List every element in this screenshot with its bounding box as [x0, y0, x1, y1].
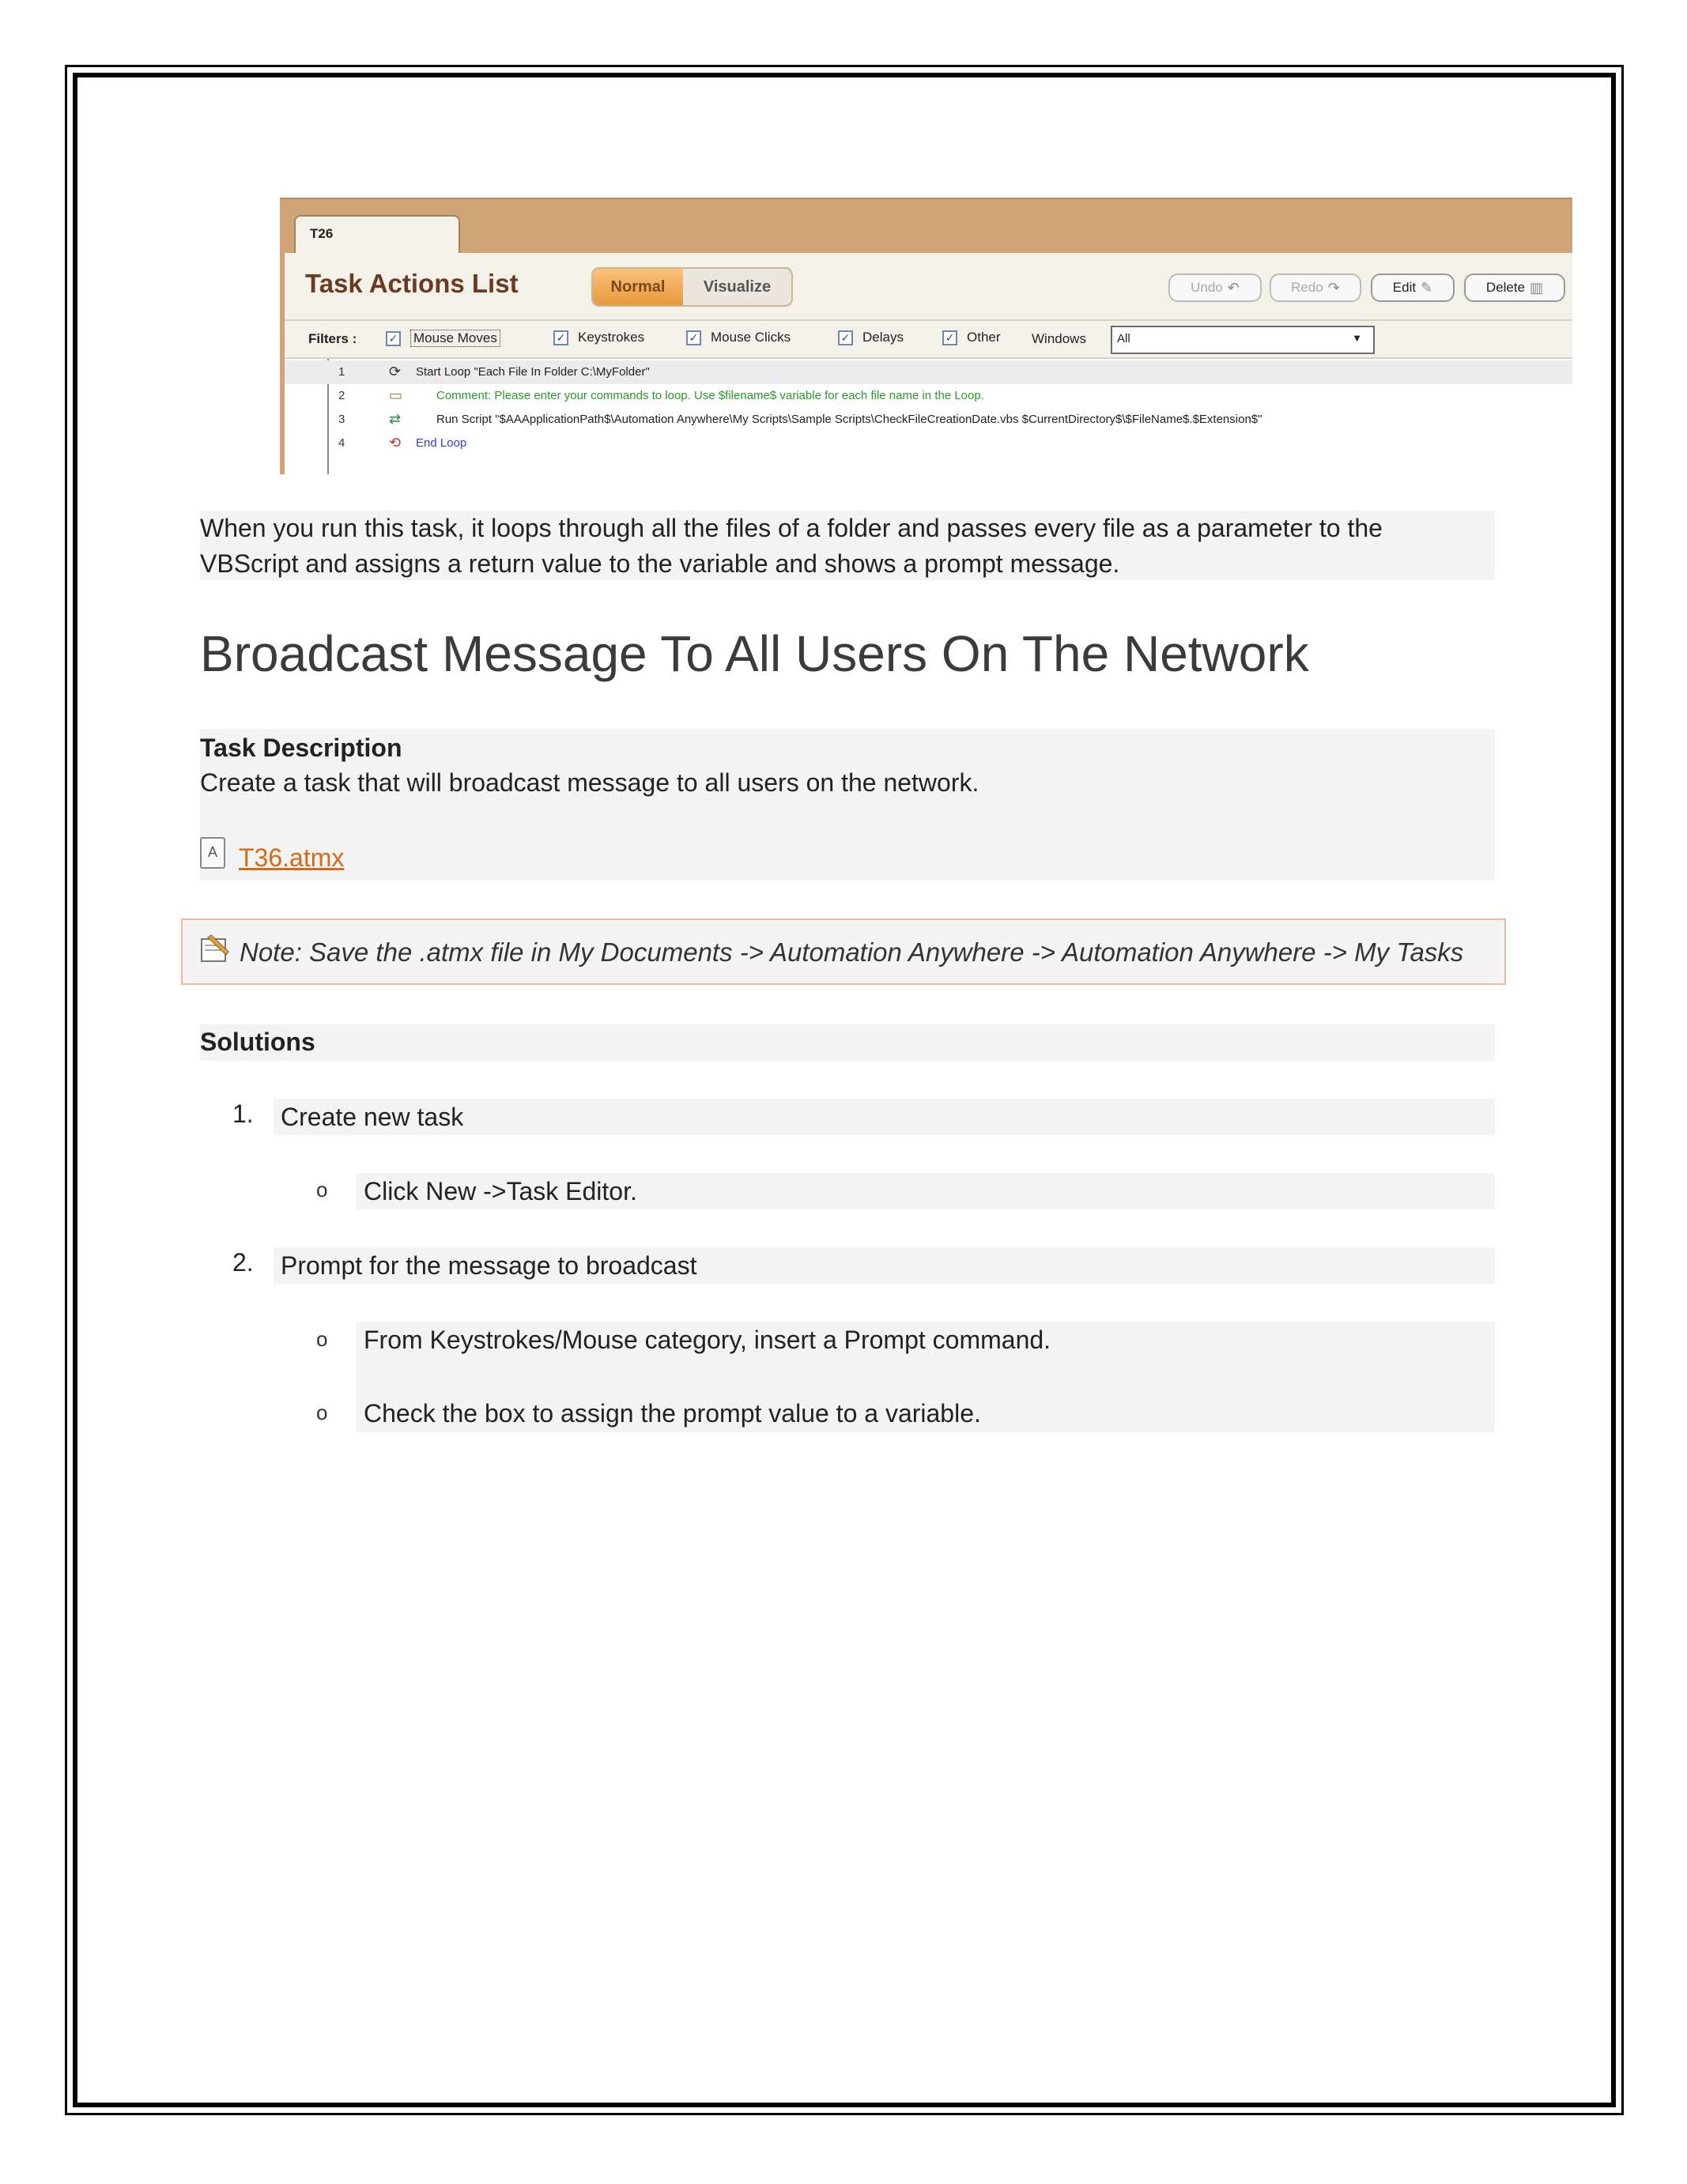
bullet-marker: o [316, 1401, 328, 1424]
redo-icon: ↷ [1327, 279, 1340, 296]
bullet-marker: o [316, 1178, 328, 1201]
undo-icon: ↶ [1227, 279, 1240, 296]
edit-button[interactable]: Edit ✎ [1371, 273, 1455, 302]
delete-button[interactable]: Delete ▥ [1464, 273, 1565, 302]
trash-icon: ▥ [1530, 279, 1544, 296]
comment-icon: ▭ [389, 387, 403, 403]
action-row[interactable]: 3 ⇄ Run Script "$AAApplicationPath$\Auto… [285, 408, 1572, 432]
view-toggle: Normal Visualize [591, 267, 793, 307]
tab-t26[interactable]: T26 [294, 215, 460, 255]
filter-label: Keystrokes [578, 330, 645, 345]
edit-label: Edit [1392, 280, 1417, 295]
section-heading: Broadcast Message To All Users On The Ne… [200, 625, 1309, 682]
redo-button[interactable]: Redo ↷ [1270, 273, 1361, 302]
checkbox-checked-icon: ✓ [838, 330, 853, 345]
pencil-icon: ✎ [1421, 279, 1433, 296]
action-row[interactable]: 4 ⟲ End Loop [285, 432, 1572, 455]
step-number: 2. [232, 1248, 254, 1277]
line-number: 4 [338, 436, 345, 450]
note-box: Note: Save the .atmx file in My Document… [181, 918, 1506, 985]
checkbox-checked-icon: ✓ [386, 330, 401, 346]
note-pencil-icon [201, 934, 229, 962]
step-text: Prompt for the message to broadcast [281, 1251, 697, 1280]
normal-view-button[interactable]: Normal [593, 269, 683, 305]
solutions-label: Solutions [200, 1028, 315, 1056]
tab-strip [280, 198, 1572, 253]
redo-label: Redo [1291, 280, 1323, 295]
action-text: Comment: Please enter your commands to l… [436, 389, 984, 402]
bullet-marker: o [316, 1327, 328, 1351]
action-text: Run Script "$AAApplicationPath$\Automati… [436, 413, 1262, 426]
filter-delays[interactable]: ✓ Delays [838, 330, 904, 345]
filter-other[interactable]: ✓ Other [942, 330, 1001, 345]
visualize-view-button[interactable]: Visualize [683, 269, 791, 305]
attachment-link[interactable]: T36.atmx [239, 843, 344, 873]
action-list: 1 ⟳ Start Loop "Each File In Folder C:\M… [285, 359, 1572, 474]
checkbox-checked-icon: ✓ [942, 330, 957, 345]
panel-title: Task Actions List [305, 269, 519, 298]
intro-line-1: When you run this task, it loops through… [200, 514, 1383, 542]
filter-label: Mouse Moves [410, 330, 500, 347]
filter-label: Delays [862, 330, 904, 345]
checkbox-checked-icon: ✓ [553, 330, 568, 345]
filter-label: Mouse Clicks [711, 330, 791, 345]
solutions-shade [200, 1024, 1495, 1061]
task-editor-screenshot: T26 Task Actions List Normal Visualize U… [280, 198, 1572, 474]
action-text: Start Loop "Each File In Folder C:\MyFol… [416, 365, 650, 379]
atmx-file-icon: A [200, 837, 225, 869]
windows-select[interactable]: All ▼ [1111, 326, 1375, 354]
bullet-text: From Keystrokes/Mouse category, insert a… [364, 1326, 1051, 1354]
filter-keystrokes[interactable]: ✓ Keystrokes [553, 330, 644, 345]
task-description-text: Create a task that will broadcast messag… [200, 768, 979, 797]
action-text: End Loop [416, 436, 467, 450]
action-row[interactable]: 2 ▭ Comment: Please enter your commands … [285, 384, 1572, 408]
filter-mouse-moves[interactable]: ✓ Mouse Moves [386, 330, 500, 347]
action-row[interactable]: 1 ⟳ Start Loop "Each File In Folder C:\M… [285, 360, 1572, 384]
filter-label: Other [967, 330, 1001, 345]
step-text: Create new task [281, 1103, 464, 1131]
task-actions-panel: Task Actions List Normal Visualize Undo … [280, 253, 1572, 474]
line-number: 2 [338, 389, 345, 402]
step-number: 1. [232, 1100, 254, 1128]
delete-label: Delete [1485, 280, 1526, 295]
loop-end-icon: ⟲ [389, 435, 402, 451]
run-script-icon: ⇄ [389, 411, 402, 427]
bullet-text: Click New ->Task Editor. [364, 1177, 637, 1205]
bullet-text: Check the box to assign the prompt value… [364, 1399, 981, 1428]
task-description-label: Task Description [200, 734, 402, 762]
note-text: Note: Save the .atmx file in My Document… [240, 937, 1464, 967]
intro-paragraph: When you run this task, it loops through… [200, 511, 1383, 582]
loop-start-icon: ⟳ [389, 364, 402, 379]
intro-line-2: VBScript and assigns a return value to t… [200, 549, 1120, 578]
windows-label: Windows [1032, 331, 1086, 346]
undo-button[interactable]: Undo ↶ [1168, 273, 1262, 302]
line-number: 3 [338, 413, 345, 426]
line-number: 1 [338, 365, 345, 379]
filters-bar: Filters : ✓ Mouse Moves ✓ Keystrokes ✓ M… [285, 319, 1572, 359]
dropdown-arrow-icon: ▼ [1352, 332, 1362, 344]
filter-mouse-clicks[interactable]: ✓ Mouse Clicks [686, 330, 791, 345]
checkbox-checked-icon: ✓ [686, 330, 701, 345]
filters-label: Filters : [308, 331, 357, 346]
windows-select-value: All [1117, 332, 1130, 345]
undo-label: Undo [1191, 280, 1223, 295]
